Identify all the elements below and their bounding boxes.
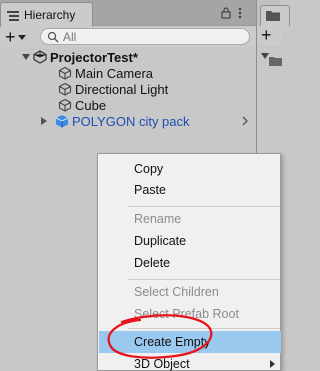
menu-item-copy[interactable]: Copy: [99, 158, 281, 180]
menu-item-label: Select Prefab Root: [134, 307, 239, 321]
hierarchy-item-main-camera[interactable]: Main Camera: [0, 65, 256, 81]
plus-icon[interactable]: +: [261, 26, 272, 44]
unity-scene-icon: [33, 50, 47, 64]
search-icon: [47, 31, 59, 43]
menu-item-select-children: Select Children: [99, 281, 281, 303]
menu-item-rename: Rename: [99, 208, 281, 230]
more-options-icon[interactable]: [238, 7, 248, 19]
menu-item-delete[interactable]: Delete: [99, 252, 281, 274]
menu-item-select-prefab-root: Select Prefab Root: [99, 303, 281, 325]
submenu-arrow-icon: [270, 360, 275, 368]
tab-hierarchy[interactable]: Hierarchy: [0, 2, 93, 27]
menu-item-paste[interactable]: Paste: [99, 179, 281, 201]
menu-item-label: Duplicate: [134, 234, 187, 248]
lock-icon[interactable]: [221, 7, 231, 19]
expand-arrow-icon[interactable]: [261, 53, 269, 59]
menu-item-label: Delete: [134, 256, 171, 270]
hierarchy-toolbar: +: [0, 27, 256, 47]
expand-arrow-icon[interactable]: [41, 117, 47, 125]
prefab-cube-icon: [55, 114, 69, 128]
search-field[interactable]: [40, 28, 250, 45]
scene-row[interactable]: ProjectorTest*: [0, 49, 256, 65]
menu-separator: [128, 328, 280, 329]
item-label: POLYGON city pack: [72, 113, 190, 129]
create-dropdown-button[interactable]: +: [3, 28, 33, 46]
search-input[interactable]: [63, 29, 233, 44]
hierarchy-item-directional-light[interactable]: Directional Light: [0, 81, 256, 97]
tab-project[interactable]: [260, 5, 290, 26]
project-toolbar: +: [257, 26, 282, 46]
folder-icon: [269, 55, 282, 69]
gameobject-cube-icon: [58, 98, 72, 112]
gameobject-cube-icon: [58, 82, 72, 96]
menu-item-label: Paste: [134, 183, 166, 197]
hierarchy-item-polygon-city-pack[interactable]: POLYGON city pack: [0, 113, 256, 129]
menu-item-duplicate[interactable]: Duplicate: [99, 230, 281, 252]
gameobject-cube-icon: [58, 66, 72, 80]
menu-item-3d-object[interactable]: 3D Object: [99, 353, 281, 371]
chevron-down-icon: [17, 34, 26, 40]
item-label: Directional Light: [75, 81, 169, 97]
plus-icon: +: [5, 27, 16, 47]
expand-arrow-icon[interactable]: [22, 54, 30, 60]
menu-item-label: 3D Object: [134, 357, 190, 371]
item-label: Main Camera: [75, 65, 154, 81]
tab-title: Hierarchy: [24, 8, 76, 22]
menu-item-label: Select Children: [134, 285, 219, 299]
menu-separator: [128, 279, 280, 280]
context-menu: Copy Paste Rename Duplicate Delete Selec…: [97, 153, 281, 371]
list-icon: [7, 10, 19, 21]
menu-item-create-empty[interactable]: Create Empty: [99, 331, 281, 353]
hierarchy-tab-bar: Hierarchy: [0, 0, 256, 27]
scene-name: ProjectorTest*: [50, 49, 138, 65]
chevron-right-icon[interactable]: [240, 114, 250, 128]
folder-icon: [266, 10, 280, 24]
hierarchy-item-cube[interactable]: Cube: [0, 97, 256, 113]
menu-separator: [128, 206, 280, 207]
menu-item-label: Create Empty: [134, 335, 211, 349]
item-label: Cube: [75, 97, 107, 113]
menu-item-label: Rename: [134, 212, 182, 226]
menu-item-label: Copy: [134, 162, 164, 176]
